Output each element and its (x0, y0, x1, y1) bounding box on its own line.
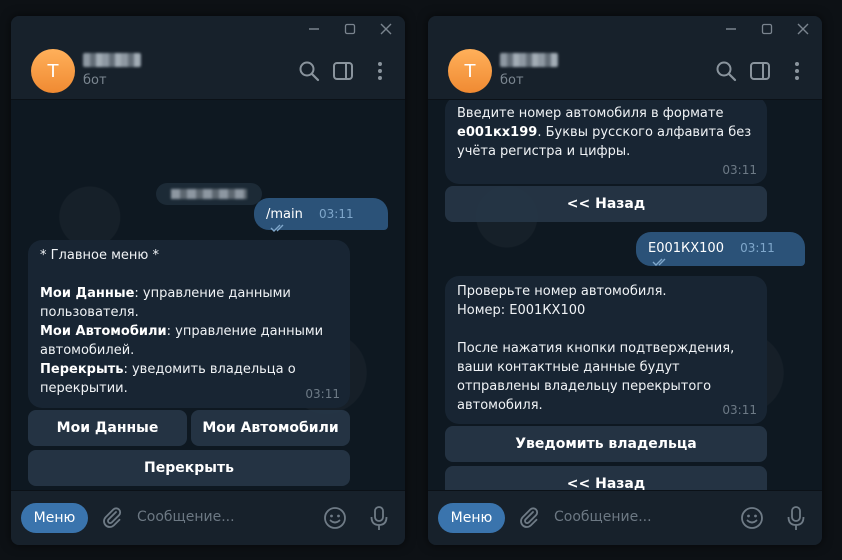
sidebar-toggle-icon[interactable] (748, 59, 772, 83)
message-line: перекрытии. (40, 381, 128, 396)
message-area[interactable]: /main 03:11 * Главное меню * Мои Данные:… (11, 100, 405, 490)
chat-name-blurred (83, 53, 141, 67)
message-composer: Меню (428, 490, 822, 545)
paperclip-icon[interactable] (100, 505, 124, 529)
emoji-icon[interactable] (322, 505, 348, 531)
chat-window-main-menu: T бот /main 03:11 * Главное меню * Мои Д… (11, 16, 405, 545)
read-ticks-icon (270, 222, 288, 237)
microphone-icon[interactable] (785, 504, 807, 532)
outgoing-message[interactable]: Е001КХ100 03:11 (636, 232, 805, 266)
title-bar (11, 16, 405, 42)
paperclip-icon[interactable] (517, 505, 541, 529)
outgoing-message[interactable]: /main 03:11 (254, 198, 388, 232)
message-time: 03:11 (722, 163, 757, 177)
message-line: Номер: Е001КХ100 (457, 303, 586, 318)
inline-button-notify-owner[interactable]: Уведомить владельца (445, 426, 767, 462)
message-text: /main (266, 207, 303, 222)
title-bar (428, 16, 822, 42)
chat-header[interactable]: T бот (11, 42, 405, 100)
avatar[interactable]: T (448, 49, 492, 93)
minimize-icon[interactable] (304, 19, 324, 39)
message-line: ваши контактные данные будут (457, 360, 680, 375)
inline-button-my-cars[interactable]: Мои Автомобили (191, 410, 350, 446)
inline-button-back[interactable]: << Назад (445, 466, 767, 490)
inline-button-block[interactable]: Перекрыть (28, 450, 350, 486)
message-line: * Главное меню * (40, 248, 159, 263)
inline-button-my-data[interactable]: Мои Данные (28, 410, 187, 446)
more-vertical-icon[interactable] (368, 59, 392, 83)
message-input[interactable] (137, 506, 317, 528)
message-line: Проверьте номер автомобиля. (457, 284, 667, 299)
message-line: Введите номер автомобиля в формате (457, 106, 724, 121)
read-ticks-icon (652, 256, 670, 271)
more-vertical-icon[interactable] (785, 59, 809, 83)
search-icon[interactable] (714, 59, 738, 83)
message-line (457, 320, 755, 339)
date-badge-blurred (156, 183, 262, 205)
bot-menu-button[interactable]: Меню (438, 503, 505, 533)
message-line (40, 265, 338, 284)
minimize-icon[interactable] (721, 19, 741, 39)
message-time: 03:11 (319, 207, 354, 221)
avatar[interactable]: T (31, 49, 75, 93)
incoming-message-confirm-number[interactable]: Проверьте номер автомобиля. Номер: Е001К… (445, 276, 767, 424)
chat-header[interactable]: T бот (428, 42, 822, 100)
message-time: 03:11 (740, 241, 775, 255)
chat-subtitle: бот (500, 73, 524, 88)
message-line: пользователя. (40, 305, 139, 320)
incoming-message-enter-number[interactable]: Введите номер автомобиля в формате е001к… (445, 100, 767, 184)
message-text: Е001КХ100 (648, 241, 724, 256)
sidebar-toggle-icon[interactable] (331, 59, 355, 83)
incoming-message-main-menu[interactable]: * Главное меню * Мои Данные: управление … (28, 240, 350, 408)
message-area[interactable]: Введите номер автомобиля в формате е001к… (428, 100, 822, 490)
chat-name-blurred (500, 53, 558, 67)
message-composer: Меню (11, 490, 405, 545)
maximize-icon[interactable] (757, 19, 777, 39)
emoji-icon[interactable] (739, 505, 765, 531)
message-line: После нажатия кнопки подтверждения, (457, 341, 735, 356)
message-time: 03:11 (722, 403, 757, 417)
message-line: Мои Данные: управление данными (40, 286, 291, 301)
message-line: автомобилей. (40, 343, 135, 358)
inline-button-back[interactable]: << Назад (445, 186, 767, 222)
chat-subtitle: бот (83, 73, 107, 88)
message-line: Перекрыть: уведомить владельца о (40, 362, 296, 377)
message-line: е001кх199. Буквы русского алфавита без (457, 125, 752, 140)
message-line: Мои Автомобили: управление данными (40, 324, 324, 339)
search-icon[interactable] (297, 59, 321, 83)
message-line: отправлены владельцу перекрытого (457, 379, 712, 394)
chat-window-car-number: T бот Введите номер автомобиля в формате… (428, 16, 822, 545)
bot-menu-button[interactable]: Меню (21, 503, 88, 533)
message-line: автомобиля. (457, 398, 543, 413)
message-line: учёта регистра и цифры. (457, 144, 631, 159)
message-time: 03:11 (305, 387, 340, 401)
microphone-icon[interactable] (368, 504, 390, 532)
close-icon[interactable] (376, 19, 396, 39)
maximize-icon[interactable] (340, 19, 360, 39)
close-icon[interactable] (793, 19, 813, 39)
message-input[interactable] (554, 506, 734, 528)
